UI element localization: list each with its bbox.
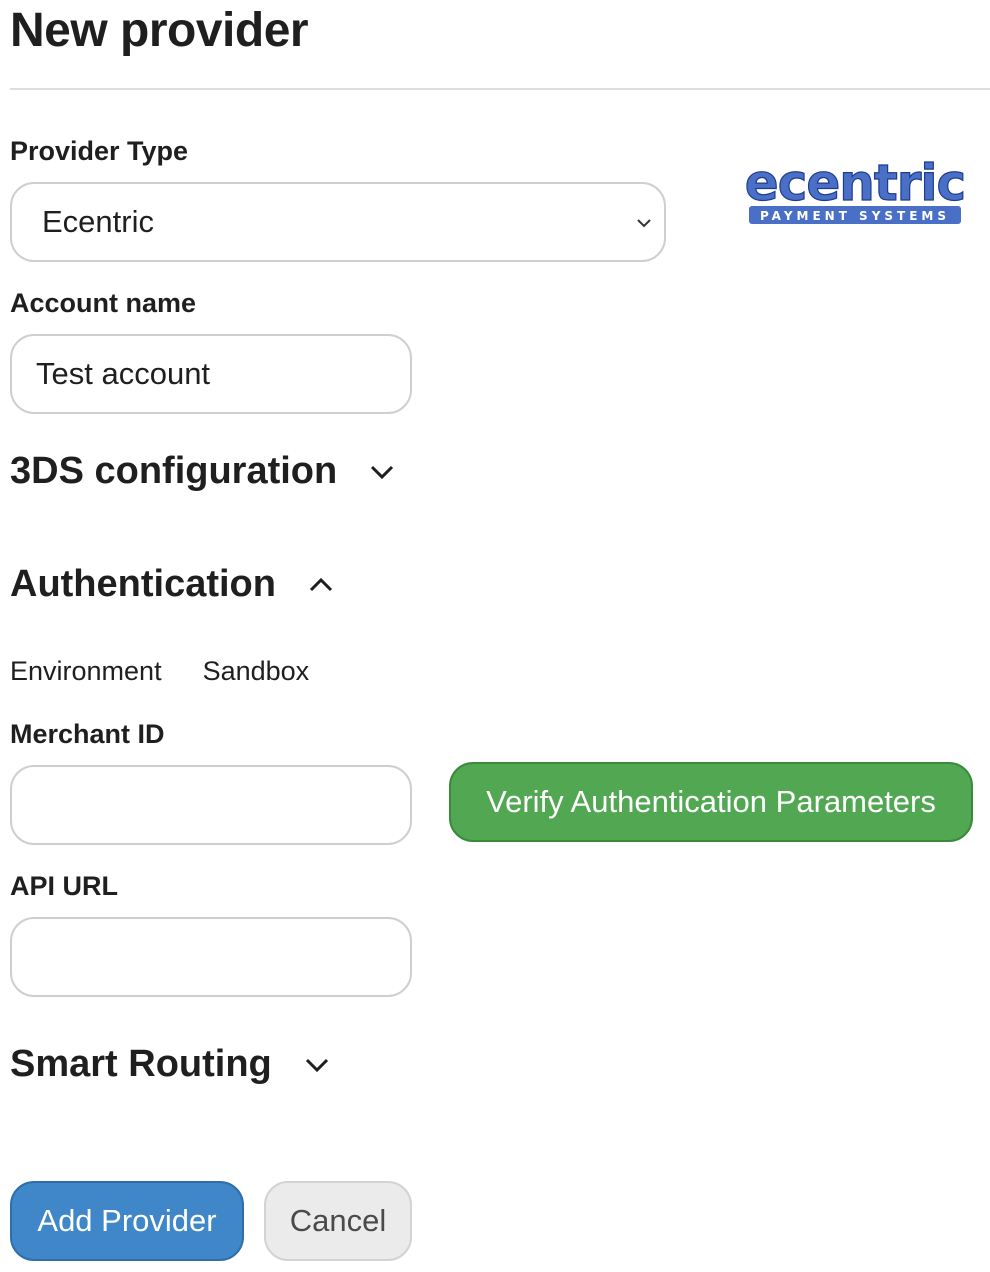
account-name-value: Test account — [36, 356, 211, 391]
provider-type-label: Provider Type — [10, 136, 189, 166]
add-provider-button[interactable]: Add Provider — [10, 1181, 244, 1261]
merchant-id-field[interactable] — [10, 765, 412, 845]
api-url-label: API URL — [10, 871, 118, 901]
section-smart-routing-title: Smart Routing — [10, 1043, 272, 1085]
environment-row: Environment Sandbox — [10, 656, 309, 687]
page-title: New provider — [10, 4, 309, 57]
section-smart-routing-toggle[interactable]: Smart Routing — [10, 1043, 332, 1086]
cancel-button[interactable]: Cancel — [264, 1181, 412, 1261]
environment-label: Environment — [10, 656, 162, 686]
logo-wordmark: ecentric — [745, 154, 965, 212]
account-name-field[interactable]: Test account — [10, 334, 412, 414]
environment-value: Sandbox — [202, 656, 310, 686]
section-authentication-toggle[interactable]: Authentication — [10, 563, 336, 606]
section-3ds-title: 3DS configuration — [10, 450, 338, 492]
chevron-down-icon — [305, 1058, 328, 1072]
chevron-down-icon — [371, 465, 394, 479]
merchant-id-label: Merchant ID — [10, 719, 165, 749]
chevron-up-icon — [309, 577, 333, 591]
section-authentication-title: Authentication — [10, 563, 276, 605]
account-name-label: Account name — [10, 288, 197, 318]
provider-type-value: Ecentric — [42, 204, 154, 239]
chevron-down-icon — [637, 219, 651, 228]
api-url-field[interactable] — [10, 917, 412, 997]
title-divider — [10, 88, 990, 90]
provider-type-select[interactable]: Ecentric — [10, 182, 666, 262]
verify-authentication-button[interactable]: Verify Authentication Parameters — [449, 762, 973, 842]
ecentric-logo: ecentric PAYMENT SYSTEMS — [745, 153, 965, 224]
section-3ds-toggle[interactable]: 3DS configuration — [10, 450, 397, 493]
logo-tagline: PAYMENT SYSTEMS — [760, 209, 950, 223]
